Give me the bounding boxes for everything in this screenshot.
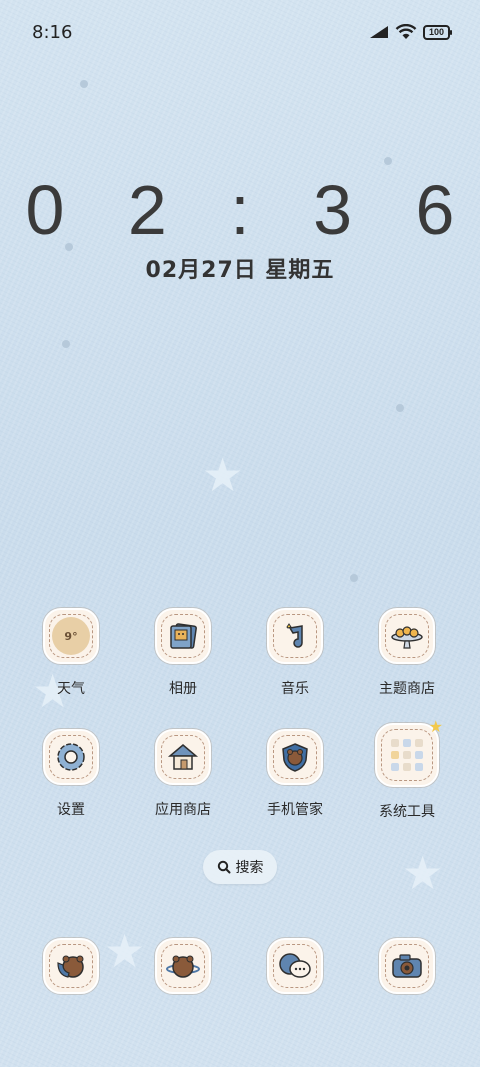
clock-widget[interactable]: 0 2 : 3 6 02月27日 星期五 bbox=[0, 170, 480, 284]
app-music[interactable]: 音乐 bbox=[240, 608, 350, 698]
dock-phone[interactable] bbox=[16, 938, 126, 994]
wallpaper-dot bbox=[396, 404, 404, 412]
app-phone-manager[interactable]: 手机管家 bbox=[240, 729, 350, 819]
dock-planet[interactable] bbox=[128, 938, 238, 994]
app-label: 天气 bbox=[57, 681, 85, 697]
battery-level: 100 bbox=[428, 27, 445, 37]
app-settings[interactable]: 设置 bbox=[16, 729, 126, 819]
search-label: 搜索 bbox=[235, 860, 264, 876]
battery-icon: 100 bbox=[423, 24, 452, 40]
dock-camera[interactable] bbox=[352, 938, 462, 994]
star-icon: ★ bbox=[428, 717, 443, 736]
wallpaper-dot bbox=[350, 574, 358, 582]
weather-icon: 9° bbox=[43, 608, 99, 664]
gear-icon bbox=[43, 729, 99, 785]
camera-icon bbox=[379, 938, 435, 994]
message-bubbles-icon bbox=[267, 938, 323, 994]
app-theme-store[interactable]: 主题商店 bbox=[352, 608, 462, 698]
star-icon: ★ bbox=[202, 448, 244, 502]
app-label: 设置 bbox=[57, 802, 85, 818]
wallpaper bbox=[0, 0, 480, 1067]
dock-messages[interactable] bbox=[240, 938, 350, 994]
phone-bear-icon bbox=[43, 938, 99, 994]
app-label: 手机管家 bbox=[267, 802, 323, 818]
app-system-tools-folder[interactable]: ★ 系统工具 bbox=[352, 717, 462, 821]
wallpaper-dot bbox=[62, 340, 70, 348]
app-app-store[interactable]: 应用商店 bbox=[128, 729, 238, 819]
search-button[interactable]: 搜索 bbox=[203, 850, 277, 884]
music-note-icon bbox=[267, 608, 323, 664]
search-icon bbox=[217, 860, 230, 874]
signal-icon bbox=[370, 26, 388, 38]
cake-stand-icon bbox=[379, 608, 435, 664]
status-time: 8:16 bbox=[32, 22, 73, 43]
wifi-icon bbox=[395, 24, 417, 39]
app-weather[interactable]: 9° 天气 bbox=[16, 608, 126, 698]
wallpaper-dot bbox=[80, 80, 88, 88]
status-bar: 8:16 100 bbox=[0, 0, 480, 66]
app-label: 应用商店 bbox=[155, 802, 211, 818]
app-label: 相册 bbox=[169, 681, 197, 697]
planet-bear-icon bbox=[155, 938, 211, 994]
star-icon: ★ bbox=[402, 846, 444, 900]
folder-icon: ★ bbox=[375, 717, 443, 787]
app-label: 系统工具 bbox=[379, 804, 435, 820]
app-gallery[interactable]: 相册 bbox=[128, 608, 238, 698]
house-icon bbox=[155, 729, 211, 785]
app-label: 主题商店 bbox=[379, 681, 435, 697]
clock-time: 0 2 : 3 6 bbox=[25, 171, 477, 249]
clock-date: 02月27日 星期五 bbox=[145, 258, 335, 283]
wallpaper-dot bbox=[384, 157, 392, 165]
shield-bear-icon bbox=[267, 729, 323, 785]
status-icons: 100 bbox=[369, 24, 452, 40]
app-label: 音乐 bbox=[281, 681, 309, 697]
weather-temp: 9° bbox=[52, 617, 90, 655]
photo-album-icon bbox=[155, 608, 211, 664]
